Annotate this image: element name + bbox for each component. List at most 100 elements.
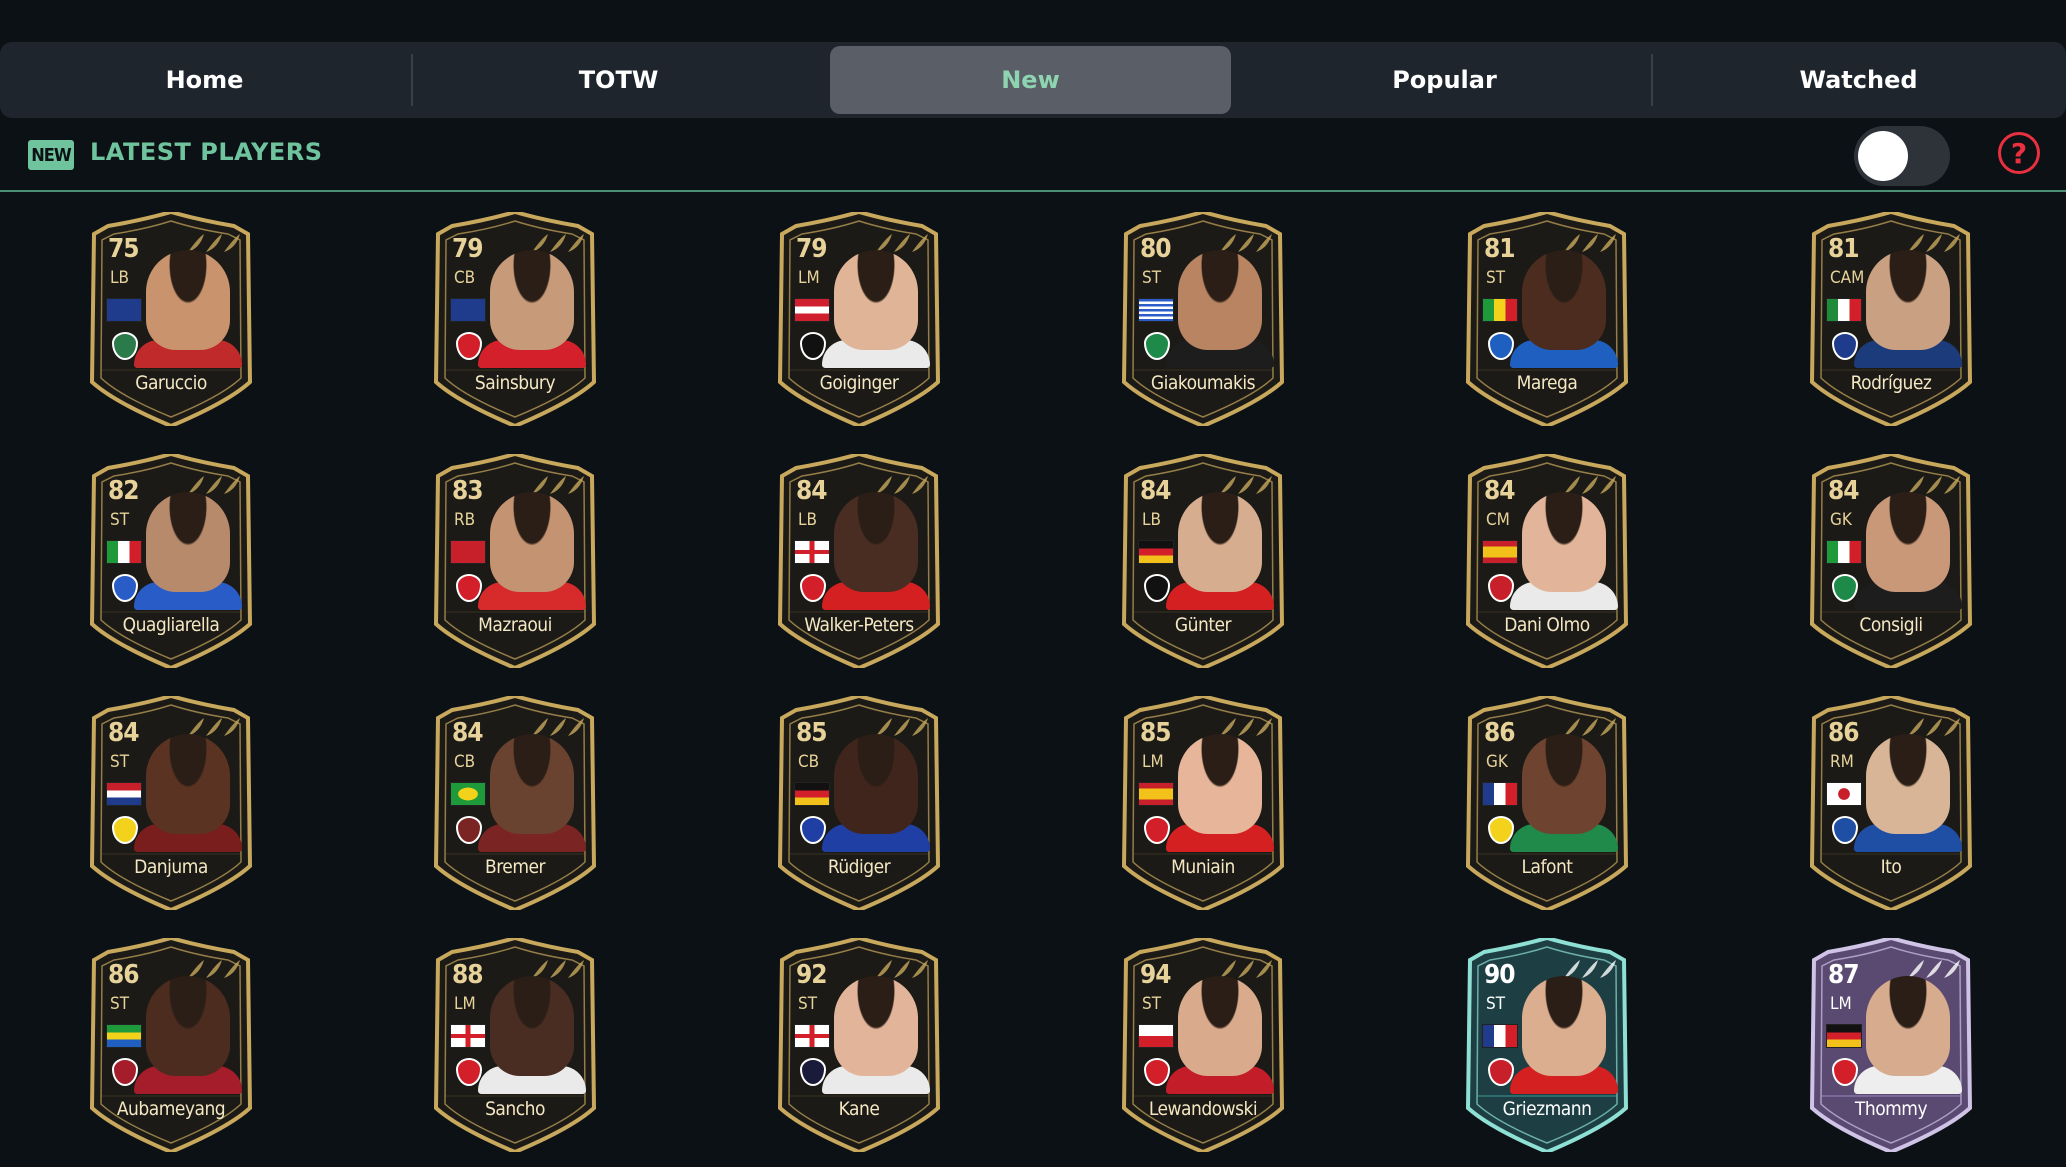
player-photo [1178,976,1262,1076]
player-card[interactable]: 84 CM Dani Olmo [1464,454,1630,668]
player-rating: 92 [796,960,828,990]
player-position: CAM [1830,268,1865,288]
spain-flag-icon [1482,540,1518,564]
player-position: LB [798,510,818,530]
england-flag-icon [794,1024,830,1048]
mali-flag-icon [1482,298,1518,322]
filter-toggle[interactable] [1854,126,1950,186]
player-rating: 75 [108,234,140,264]
player-card[interactable]: 84 LB Günter [1120,454,1286,668]
player-rating: 86 [108,960,140,990]
player-card[interactable]: 86 RM Ito [1808,696,1974,910]
player-name: Walker-Peters [804,614,914,636]
player-name: Danjuma [134,856,208,878]
player-name: Griezmann [1502,1098,1592,1120]
player-card[interactable]: 86 GK Lafont [1464,696,1630,910]
italy-flag-icon [1826,540,1862,564]
player-photo [834,250,918,350]
tab-label: New [1001,66,1060,94]
player-card[interactable]: 84 GK Consigli [1808,454,1974,668]
player-name: Rüdiger [827,856,891,878]
player-position: CB [798,752,820,772]
player-position: CM [1486,510,1510,530]
player-position: LM [1830,994,1852,1014]
player-card[interactable]: 75 LB Garuccio [88,212,254,426]
player-card[interactable]: 81 CAM Rodríguez [1808,212,1974,426]
tab-popular[interactable]: Popular [1244,46,1645,114]
player-photo [1866,976,1950,1076]
player-rating: 80 [1140,234,1172,264]
player-name: Quagliarella [122,614,220,636]
player-card[interactable]: 85 CB Rüdiger [776,696,942,910]
player-photo [1522,492,1606,592]
toggle-knob [1858,131,1908,181]
player-card[interactable]: 83 RB Mazraoui [432,454,598,668]
germany-flag-icon [1138,540,1174,564]
player-rating: 79 [796,234,828,264]
player-name: Consigli [1859,614,1923,636]
player-name: Giakoumakis [1150,372,1256,394]
tab-new[interactable]: New [830,46,1231,114]
tab-home[interactable]: Home [4,46,405,114]
player-photo [834,492,918,592]
player-card[interactable]: 92 ST Kane [776,938,942,1152]
austria-flag-icon [794,298,830,322]
player-photo [1178,734,1262,834]
player-card[interactable]: 80 ST Giakoumakis [1120,212,1286,426]
player-name: Marega [1516,372,1578,394]
help-icon[interactable]: ? [1998,132,2040,174]
tab-totw[interactable]: TOTW [418,46,819,114]
player-card[interactable]: 81 ST Marega [1464,212,1630,426]
player-rating: 90 [1484,960,1516,990]
player-rating: 81 [1828,234,1860,264]
player-position: ST [1142,994,1162,1014]
player-card[interactable]: 94 ST Lewandowski [1120,938,1286,1152]
player-photo [1866,250,1950,350]
player-rating: 87 [1828,960,1860,990]
player-name: Sainsbury [474,372,556,394]
player-card[interactable]: 79 LM Goiginger [776,212,942,426]
player-rating: 86 [1484,718,1516,748]
player-name: Garuccio [135,372,207,394]
player-name: Lewandowski [1148,1098,1258,1120]
player-photo [834,734,918,834]
england-flag-icon [450,1024,486,1048]
mexico-flag-icon [1826,298,1862,322]
player-card[interactable]: 79 CB Sainsbury [432,212,598,426]
player-position: GK [1830,510,1852,530]
player-card[interactable]: 86 ST Aubameyang [88,938,254,1152]
australia-flag-icon [106,298,142,322]
player-rating: 88 [452,960,484,990]
player-position: GK [1486,752,1508,772]
player-rating: 81 [1484,234,1516,264]
france-flag-icon [1482,1024,1518,1048]
player-photo [146,976,230,1076]
gabon-flag-icon [106,1024,142,1048]
tab-watched[interactable]: Watched [1658,46,2059,114]
player-rating: 84 [796,476,828,506]
netherlands-flag-icon [106,782,142,806]
player-name: Aubameyang [116,1098,226,1120]
player-card[interactable]: 90 ST Griezmann [1464,938,1630,1152]
player-photo [146,734,230,834]
player-photo [146,492,230,592]
player-card[interactable]: 85 LM Muniain [1120,696,1286,910]
player-position: ST [110,510,130,530]
player-name: Mazraoui [478,614,552,636]
player-card[interactable]: 84 LB Walker-Peters [776,454,942,668]
player-rating: 94 [1140,960,1172,990]
japan-flag-icon [1826,782,1862,806]
player-card[interactable]: 84 ST Danjuma [88,696,254,910]
player-card[interactable]: 82 ST Quagliarella [88,454,254,668]
tab-divider [411,54,413,106]
player-card[interactable]: 88 LM Sancho [432,938,598,1152]
player-photo [490,492,574,592]
player-card[interactable]: 84 CB Bremer [432,696,598,910]
player-photo [490,976,574,1076]
player-card[interactable]: 87 LM Thommy [1808,938,1974,1152]
player-name: Goiginger [819,372,899,394]
player-position: CB [454,752,476,772]
player-name: Sancho [485,1098,545,1120]
player-photo [490,734,574,834]
tab-label: TOTW [578,66,659,94]
